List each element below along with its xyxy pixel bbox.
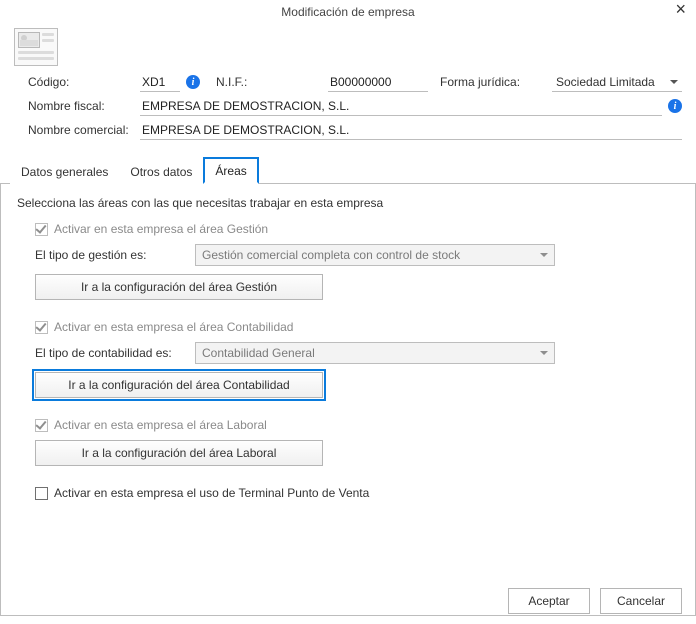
gestion-tipo-label: El tipo de gestión es: (35, 248, 195, 262)
contabilidad-tipo-label: El tipo de contabilidad es: (35, 346, 195, 360)
nif-label: N.I.F.: (216, 75, 328, 89)
areas-intro: Selecciona las áreas con las que necesit… (17, 196, 679, 210)
nombre-comercial-label: Nombre comercial: (28, 123, 140, 137)
close-icon[interactable]: × (675, 0, 686, 18)
contabilidad-tipo-value: Contabilidad General (202, 346, 315, 360)
forma-juridica-label: Forma jurídica: (440, 75, 552, 89)
title-bar: Modificación de empresa × (0, 0, 696, 24)
codigo-label: Código: (28, 75, 140, 89)
accept-button[interactable]: Aceptar (508, 588, 590, 614)
checkbox-gestion-label: Activar en esta empresa el área Gestión (54, 222, 268, 236)
contabilidad-tipo-select: Contabilidad General (195, 342, 555, 364)
codigo-field[interactable] (140, 72, 180, 92)
gestion-tipo-select: Gestión comercial completa con control d… (195, 244, 555, 266)
tab-datos-generales[interactable]: Datos generales (10, 159, 119, 184)
laboral-config-button[interactable]: Ir a la configuración del área Laboral (35, 440, 323, 466)
tab-bar: Datos generales Otros datos Áreas (0, 156, 696, 184)
forma-juridica-value: Sociedad Limitada (556, 75, 655, 89)
checkbox-contabilidad (35, 321, 48, 334)
nombre-comercial-field[interactable] (140, 120, 682, 140)
tab-page-areas: Selecciona las áreas con las que necesit… (0, 184, 696, 616)
gestion-config-button[interactable]: Ir a la configuración del área Gestión (35, 274, 323, 300)
chevron-down-icon (670, 80, 678, 84)
nif-field[interactable] (328, 72, 428, 92)
company-record-icon (14, 28, 58, 66)
nombre-fiscal-label: Nombre fiscal: (28, 99, 140, 113)
header-area (0, 24, 696, 70)
form-header: Código: i N.I.F.: Forma jurídica: Socied… (0, 70, 696, 150)
tab-areas[interactable]: Áreas (203, 157, 258, 184)
checkbox-tpv-label: Activar en esta empresa el uso de Termin… (54, 486, 369, 500)
checkbox-laboral (35, 419, 48, 432)
forma-juridica-select[interactable]: Sociedad Limitada (552, 72, 682, 92)
checkbox-tpv[interactable] (35, 487, 48, 500)
nombre-fiscal-field[interactable] (140, 96, 662, 116)
checkbox-contabilidad-label: Activar en esta empresa el área Contabil… (54, 320, 293, 334)
chevron-down-icon (540, 253, 548, 257)
info-icon[interactable]: i (668, 99, 682, 113)
tab-otros-datos[interactable]: Otros datos (119, 159, 203, 184)
checkbox-laboral-label: Activar en esta empresa el área Laboral (54, 418, 267, 432)
dialog-footer: Aceptar Cancelar (508, 588, 682, 614)
info-icon[interactable]: i (186, 75, 200, 89)
checkbox-gestion (35, 223, 48, 236)
chevron-down-icon (540, 351, 548, 355)
cancel-button[interactable]: Cancelar (600, 588, 682, 614)
window-title: Modificación de empresa (281, 5, 414, 19)
contabilidad-config-button[interactable]: Ir a la configuración del área Contabili… (35, 372, 323, 398)
gestion-tipo-value: Gestión comercial completa con control d… (202, 248, 460, 262)
